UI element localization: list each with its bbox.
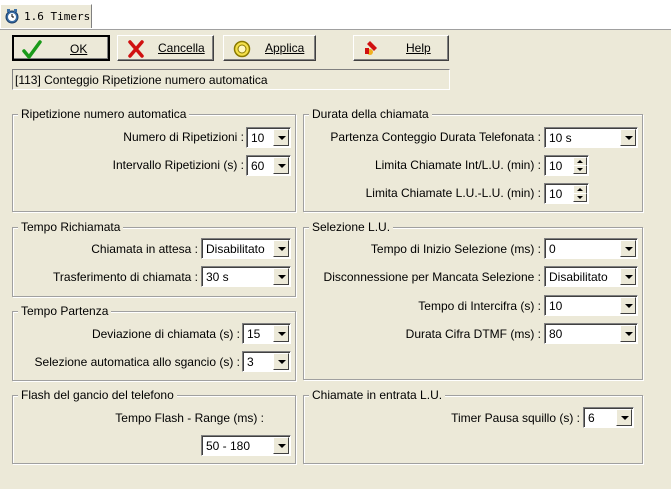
help-icon — [365, 41, 377, 55]
group-title: Flash del gancio del telefono — [18, 388, 177, 402]
flash-range-select[interactable]: 50 - 180 — [201, 435, 291, 456]
green-checkmark-icon — [22, 40, 42, 59]
group-ripetizione: Ripetizione numero automatica Numero di … — [12, 107, 296, 212]
chevron-down-icon[interactable] — [620, 240, 636, 257]
flash-range-label: Tempo Flash - Range (ms) : — [115, 411, 264, 425]
chevron-down-icon[interactable] — [273, 437, 289, 454]
tempo-inizio-select[interactable]: 0 — [544, 238, 638, 259]
deviazione-select[interactable]: 15 — [242, 323, 291, 344]
group-title: Chiamate in entrata L.U. — [309, 388, 446, 402]
group-title: Tempo Richiamata — [18, 220, 124, 234]
trasferimento-select[interactable]: 30 s — [201, 266, 291, 287]
group-title: Durata della chiamata — [309, 107, 432, 121]
numero-ripetizioni-select[interactable]: 10 — [246, 127, 291, 148]
select-value: 60 — [251, 159, 265, 173]
select-value: 10 — [549, 299, 563, 313]
chevron-down-icon[interactable] — [620, 325, 636, 342]
select-value: 0 — [549, 242, 556, 256]
select-value: Disabilitato — [549, 270, 608, 284]
select-value: 10 — [251, 131, 265, 145]
limita-int-lu-spinner[interactable]: 10 — [544, 155, 589, 176]
tempo-inizio-label: Tempo di Inizio Selezione (ms) : — [370, 242, 541, 256]
select-value: 30 s — [206, 270, 229, 284]
chevron-down-icon[interactable] — [620, 129, 636, 146]
select-value: 15 — [247, 327, 261, 341]
chevron-down-icon[interactable] — [620, 297, 636, 314]
disconnessione-label: Disconnessione per Mancata Selezione : — [323, 270, 541, 284]
group-richiamata: Tempo Richiamata Chiamata in attesa : Di… — [12, 220, 296, 297]
chevron-down-icon[interactable] — [273, 240, 289, 257]
sgancio-select[interactable]: 3 — [242, 351, 291, 372]
group-title: Ripetizione numero automatica — [18, 107, 190, 121]
ok-button[interactable]: OK — [12, 35, 110, 61]
tab-strip: 1.6 Timers — [0, 0, 671, 30]
trasferimento-label: Trasferimento di chiamata : — [53, 270, 198, 284]
intervallo-ripetizioni-select[interactable]: 60 — [246, 155, 291, 176]
spinner-buttons — [573, 185, 587, 202]
select-value: Disabilitato — [206, 242, 265, 256]
spinner-value: 10 — [549, 187, 563, 201]
spin-down-icon[interactable] — [573, 165, 587, 174]
limita-int-lu-label: Limita Chiamate Int/L.U. (min) : — [374, 158, 541, 172]
help-label: Help — [406, 41, 431, 55]
cancel-label: Cancella — [158, 41, 205, 55]
pausa-squillo-label: Timer Pausa squillo (s) : — [451, 411, 580, 425]
chiamata-attesa-select[interactable]: Disabilitato — [201, 238, 291, 259]
pausa-squillo-select[interactable]: 6 — [583, 407, 634, 428]
group-durata: Durata della chiamata Partenza Conteggio… — [303, 107, 643, 212]
limita-lu-lu-spinner[interactable]: 10 — [544, 183, 589, 204]
partenza-conteggio-select[interactable]: 10 s — [544, 127, 638, 148]
chevron-down-icon[interactable] — [273, 325, 289, 342]
chevron-down-icon[interactable] — [273, 129, 289, 146]
intercifra-select[interactable]: 10 — [544, 295, 638, 316]
group-partenza: Tempo Partenza Deviazione di chiamata (s… — [12, 304, 296, 381]
chevron-down-icon[interactable] — [273, 268, 289, 285]
chevron-down-icon[interactable] — [273, 353, 289, 370]
dtmf-select[interactable]: 80 — [544, 323, 638, 344]
chevron-down-icon[interactable] — [620, 268, 636, 285]
chevron-down-icon[interactable] — [616, 409, 632, 426]
chevron-down-icon[interactable] — [273, 157, 289, 174]
intervallo-ripetizioni-label: Intervallo Ripetizioni (s) : — [112, 158, 244, 172]
spin-down-icon[interactable] — [573, 193, 587, 202]
apply-label: Applica — [265, 41, 305, 55]
select-value: 6 — [588, 411, 595, 425]
group-selezione: Selezione L.U. Tempo di Inizio Selezione… — [303, 220, 643, 380]
spinner-buttons — [573, 157, 587, 174]
chiamata-attesa-label: Chiamata in attesa : — [91, 242, 198, 256]
partenza-conteggio-label: Partenza Conteggio Durata Telefonata : — [330, 130, 541, 144]
group-title: Tempo Partenza — [18, 304, 112, 318]
dtmf-label: Durata Cifra DTMF (ms) : — [405, 327, 541, 341]
disconnessione-select[interactable]: Disabilitato — [544, 266, 638, 287]
tab-label: 1.6 Timers — [24, 10, 91, 23]
help-button[interactable]: Help — [353, 35, 449, 61]
intercifra-label: Tempo di Intercifra (s) : — [418, 299, 541, 313]
yellow-circle-icon — [233, 40, 251, 58]
spinner-value: 10 — [549, 159, 563, 173]
description-field: [113] Conteggio Ripetizione numero autom… — [12, 69, 450, 90]
select-value: 50 - 180 — [206, 439, 251, 453]
numero-ripetizioni-label: Numero di Ripetizioni : — [123, 130, 244, 144]
group-flash: Flash del gancio del telefono Tempo Flas… — [12, 388, 296, 464]
tab-timers[interactable]: 1.6 Timers — [0, 4, 92, 28]
group-title: Selezione L.U. — [309, 220, 394, 234]
sgancio-label: Selezione automatica allo sgancio (s) : — [34, 355, 240, 369]
timer-clock-icon — [5, 9, 19, 24]
group-entrata: Chiamate in entrata L.U. Timer Pausa squ… — [303, 388, 643, 464]
deviazione-label: Deviazione di chiamata (s) : — [91, 327, 240, 341]
limita-lu-lu-label: Limita Chiamate L.U.-L.U. (min) : — [365, 186, 541, 200]
ok-label: OK — [70, 42, 88, 56]
select-value: 10 s — [549, 131, 572, 145]
red-x-icon — [128, 40, 144, 58]
apply-button[interactable]: Applica — [223, 35, 316, 61]
description-text: [113] Conteggio Ripetizione numero autom… — [15, 73, 268, 87]
cancel-button[interactable]: Cancella — [117, 35, 214, 61]
select-value: 3 — [247, 355, 254, 369]
select-value: 80 — [549, 327, 563, 341]
